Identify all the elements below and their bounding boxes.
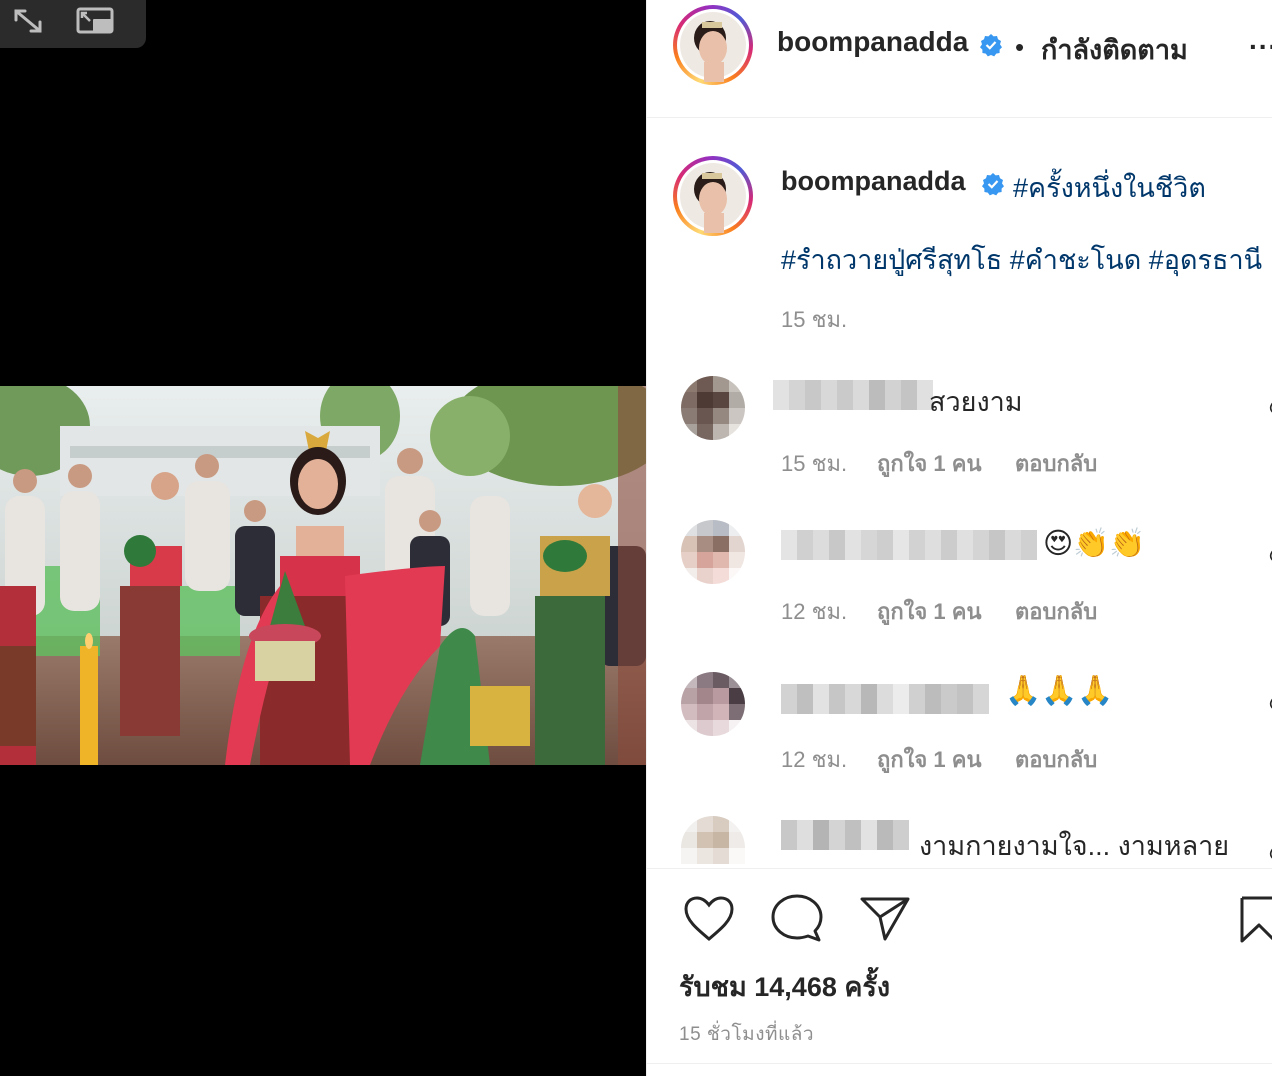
- comment-likes[interactable]: ถูกใจ 1 คน: [877, 446, 982, 481]
- view-count[interactable]: รับชม 14,468 ครั้ง: [679, 965, 890, 1008]
- caption-hashtag-line1[interactable]: #ครั้งหนึ่งในชีวิต: [1013, 166, 1206, 209]
- reply-button[interactable]: ตอบกลับ: [1015, 742, 1097, 777]
- caption-username[interactable]: boompanadda: [781, 166, 966, 197]
- comment-text: 🙏🙏🙏: [1005, 675, 1114, 707]
- heart-icon[interactable]: [683, 895, 735, 943]
- comment-like-icon[interactable]: [1265, 846, 1272, 864]
- comment-avatar[interactable]: [681, 520, 745, 584]
- comment-avatar[interactable]: [681, 816, 745, 866]
- caption-hashtag-line2[interactable]: #รำถวายปู่ศรีสุทโธ #คำชะโนด #อุดรธานี: [781, 238, 1262, 281]
- comment-text: งามกายงามใจ... งามหลาย: [919, 831, 1230, 861]
- caption-avatar[interactable]: [673, 156, 753, 236]
- comment-like-icon[interactable]: [1265, 400, 1272, 418]
- comment-avatar[interactable]: [681, 376, 745, 440]
- picture-in-picture-icon[interactable]: [76, 6, 114, 36]
- comment-avatar[interactable]: [681, 672, 745, 736]
- comment-time[interactable]: 15 ชม.: [781, 446, 847, 481]
- comment-time[interactable]: 12 ชม.: [781, 742, 847, 777]
- post-panel: boompanadda • กำลังติดตาม ... boompanadd…: [646, 0, 1272, 1076]
- video-panel: [0, 0, 646, 1076]
- follow-separator: •: [1015, 32, 1025, 62]
- comment-username-redacted: [781, 530, 1037, 560]
- comment-like-icon[interactable]: [1265, 548, 1272, 566]
- avatar[interactable]: [673, 5, 753, 85]
- avatar-image: [680, 12, 746, 82]
- comment-username-redacted: [781, 820, 909, 850]
- comment-icon[interactable]: [771, 893, 823, 943]
- comment-text: สวยงาม: [929, 387, 1023, 417]
- following-button[interactable]: กำลังติดตาม: [1041, 28, 1188, 71]
- send-icon[interactable]: [859, 895, 911, 941]
- video-frame-image: [0, 386, 646, 765]
- reply-button[interactable]: ตอบกลับ: [1015, 594, 1097, 629]
- comment-text: 😍👏👏: [1043, 528, 1146, 560]
- post-header: boompanadda • กำลังติดตาม ...: [647, 0, 1272, 118]
- header-username[interactable]: boompanadda: [777, 26, 968, 58]
- comment-likes[interactable]: ถูกใจ 1 คน: [877, 742, 982, 777]
- reply-button[interactable]: ตอบกลับ: [1015, 446, 1097, 481]
- bookmark-icon[interactable]: [1239, 895, 1272, 945]
- caption-timestamp[interactable]: 15 ชม.: [781, 302, 847, 337]
- comment-time[interactable]: 12 ชม.: [781, 594, 847, 629]
- divider: [647, 1063, 1272, 1064]
- comment-likes[interactable]: ถูกใจ 1 คน: [877, 594, 982, 629]
- avatar-image: [680, 163, 746, 233]
- verified-badge-icon: [982, 173, 1004, 196]
- expand-icon[interactable]: [10, 6, 46, 36]
- verified-badge-icon: [980, 34, 1002, 57]
- more-options-button[interactable]: ...: [1249, 24, 1272, 56]
- comment-like-icon[interactable]: [1265, 696, 1272, 714]
- comment-username-redacted: [781, 684, 989, 714]
- video-controls-bar: [0, 0, 146, 48]
- post-actions: รับชม 14,468 ครั้ง 15 ชั่วโมงที่แล้ว: [647, 868, 1272, 1076]
- post-timestamp[interactable]: 15 ชั่วโมงที่แล้ว: [679, 1019, 814, 1049]
- video-player[interactable]: [0, 386, 646, 765]
- comment-username-redacted: [773, 380, 933, 410]
